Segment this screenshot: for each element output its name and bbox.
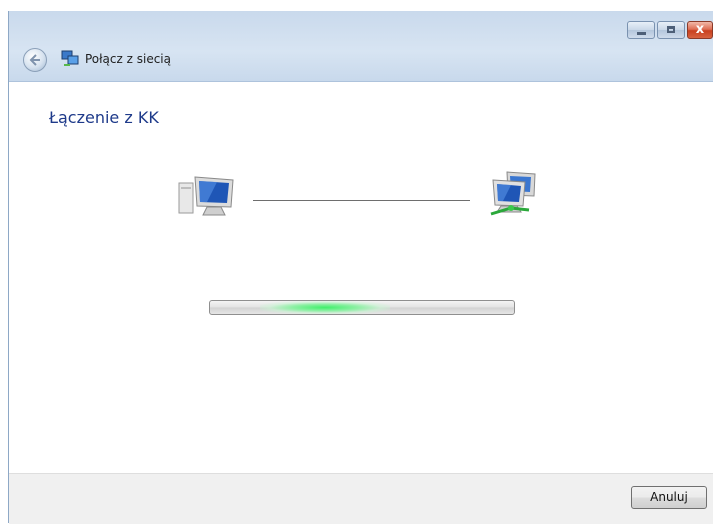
back-arrow-icon [29,54,40,66]
minimize-button[interactable] [627,21,655,39]
close-button[interactable]: x [687,21,713,39]
network-icon [490,171,536,216]
dialog-window: x Połącz z siecią Łączenie z KK Anuluj [8,11,713,524]
page-heading: Łączenie z KK [49,108,159,127]
window-controls: x [625,21,713,39]
main-content: Łączenie z KK [9,81,713,474]
connection-line [253,200,470,201]
back-button[interactable] [23,48,47,72]
title-bar: x Połącz z siecią [9,11,713,81]
maximize-button[interactable] [657,21,685,39]
window-title: Połącz z siecią [85,52,171,66]
cancel-button[interactable]: Anuluj [631,486,707,509]
network-connection-icon [61,50,79,66]
progress-indicator [260,301,390,314]
connection-progress-bar [209,300,515,315]
computer-icon [178,176,234,216]
button-bar: Anuluj [9,473,713,524]
